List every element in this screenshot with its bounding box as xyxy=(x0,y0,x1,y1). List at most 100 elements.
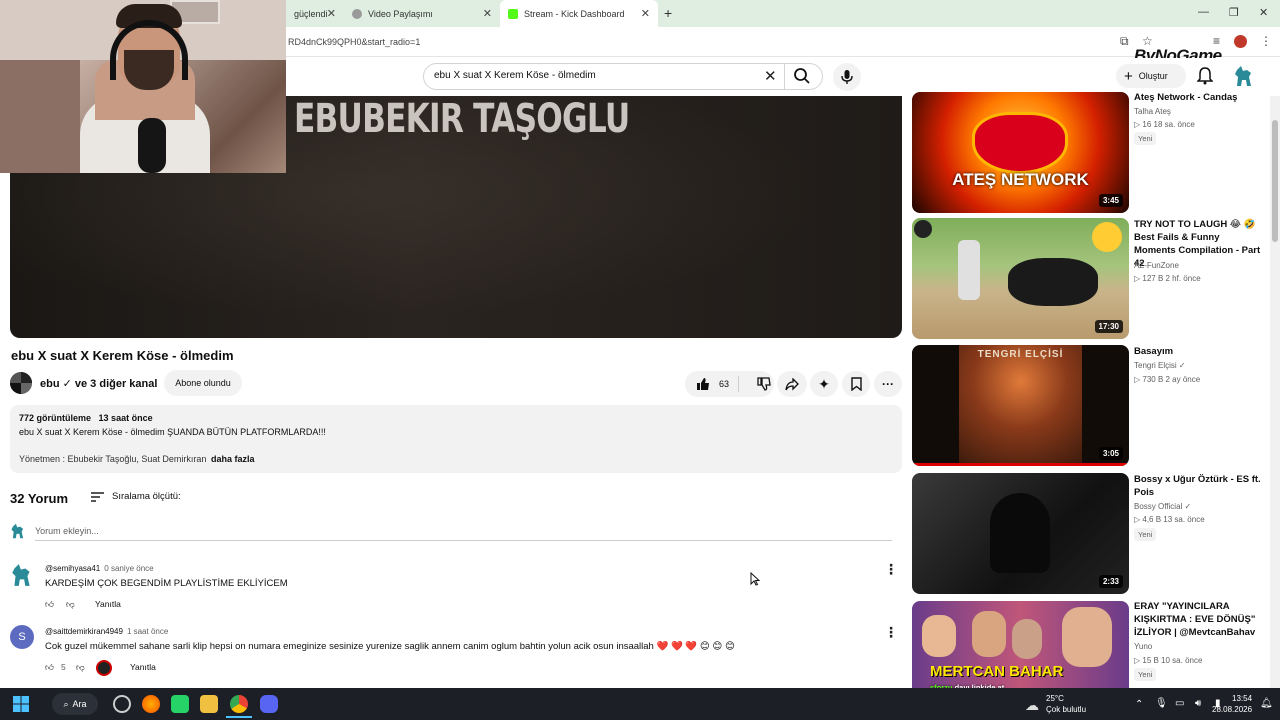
sidebar-channel-5[interactable]: Yuno xyxy=(1134,642,1152,651)
account-avatar[interactable] xyxy=(1233,64,1255,88)
like-count: 63 xyxy=(719,379,730,389)
comment-menu-icon[interactable]: ⋮ xyxy=(884,562,898,576)
ask-ai-button[interactable]: ✦ xyxy=(810,371,838,397)
sidebar-meta-5: ▷ 15 B 10 sa. önce xyxy=(1134,656,1203,665)
add-comment-input[interactable]: Yorum ekleyin... xyxy=(35,526,99,536)
close-window-button[interactable]: ✕ xyxy=(1259,6,1268,19)
face-2 xyxy=(972,611,1006,657)
show-more-link[interactable]: daha fazla xyxy=(211,454,255,464)
maximize-button[interactable]: ❐ xyxy=(1229,6,1239,19)
clock-time[interactable]: 13:54 xyxy=(1232,694,1252,703)
channel-avatar[interactable] xyxy=(10,372,32,394)
microphone-icon xyxy=(841,70,853,84)
sidebar-thumb-1[interactable]: ATEŞ NETWORK 3:45 xyxy=(912,92,1129,213)
commenter-avatar[interactable]: S xyxy=(10,625,34,649)
comment-header: @saittdemirkiran4949 1 saat önce xyxy=(45,627,168,636)
tab-close-icon[interactable]: ✕ xyxy=(483,7,492,20)
taskbar-search[interactable]: ⌕ Ara xyxy=(52,693,98,715)
sidebar-channel-4[interactable]: Bossy Official ✓ xyxy=(1134,502,1191,511)
comment-menu-icon[interactable]: ⋮ xyxy=(884,625,898,639)
browser-menu-icon[interactable]: ⋮ xyxy=(1260,34,1272,48)
volume-icon[interactable]: 🔊︎ xyxy=(1195,698,1201,709)
minimize-button[interactable]: — xyxy=(1198,6,1209,18)
sidebar-title-3[interactable]: Basayım xyxy=(1134,345,1262,358)
network-icon[interactable]: ▭ xyxy=(1175,698,1184,709)
voice-search-button[interactable] xyxy=(833,63,861,91)
chrome-icon[interactable] xyxy=(230,695,248,713)
weather-desc[interactable]: Çok bulutlu xyxy=(1046,705,1086,714)
notification-icon[interactable]: 🔔︎ xyxy=(1260,698,1273,709)
windows-start-icon[interactable] xyxy=(13,696,29,712)
goat-avatar-icon xyxy=(1235,66,1251,86)
upload-time: 13 saat önce xyxy=(98,413,153,423)
tab-close-icon[interactable]: ✕ xyxy=(327,7,336,20)
close-icon[interactable]: ✕ xyxy=(764,67,777,85)
url-field[interactable]: RD4dnCk99QPH0&start_radio=1 xyxy=(288,37,420,47)
mic-tray-icon[interactable]: 🎙︎ xyxy=(1155,698,1168,709)
subscribe-button[interactable]: Abone olundu xyxy=(164,370,242,396)
webcam-overlay xyxy=(0,0,286,173)
sidebar-meta-2: ▷ 127 B 2 hf. önce xyxy=(1134,274,1201,283)
video-title: ebu X suat X Kerem Köse - ölmedim xyxy=(11,348,234,363)
tab-2[interactable]: Video Paylaşımı ✕ xyxy=(344,0,500,27)
description-stats: 772 görüntüleme 13 saat önce xyxy=(19,413,153,423)
comment-like-icon[interactable]: 👍︎ xyxy=(45,599,54,610)
clock-date[interactable]: 28.08.2026 xyxy=(1212,705,1252,714)
sidebar-channel-2[interactable]: AZ-FunZone xyxy=(1134,261,1179,270)
duration-badge: 17:30 xyxy=(1094,320,1123,333)
thumbs-up-icon[interactable] xyxy=(696,377,710,391)
thumb-text: ATEŞ NETWORK xyxy=(952,170,1089,189)
create-label: Oluştur xyxy=(1138,71,1168,81)
cast-icon[interactable]: ⧉ xyxy=(1120,34,1129,49)
comment-reply-button[interactable]: Yanıtla xyxy=(130,662,156,672)
comment-dislike-icon[interactable]: 👎︎ xyxy=(66,599,75,610)
user-avatar xyxy=(11,523,24,539)
description-line-1: ebu X suat X Kerem Köse - ölmedim ŞUANDA… xyxy=(19,427,326,437)
search-divider xyxy=(784,64,785,89)
tab-1-label: güçlendi xyxy=(294,8,328,19)
obs-icon[interactable] xyxy=(113,695,131,713)
new-tab-button[interactable]: + xyxy=(664,5,672,21)
tray-expand-icon[interactable]: ⌃ xyxy=(1135,699,1143,710)
tab-1[interactable]: güçlendi ✕ xyxy=(286,0,344,27)
sidebar-title-1[interactable]: Ateş Network - Candaş xyxy=(1134,91,1262,104)
share-button[interactable] xyxy=(777,371,807,397)
sidebar-title-5[interactable]: ERAY "YAYINCILARA KIŞKIRTMA : EVE DÖNÜŞ"… xyxy=(1134,600,1262,639)
search-icon[interactable] xyxy=(793,67,811,85)
commenter-avatar[interactable] xyxy=(10,562,34,588)
sidebar-channel-3[interactable]: Tengri Elçisi ✓ xyxy=(1134,361,1186,370)
scrollbar-thumb[interactable] xyxy=(1272,120,1278,242)
discord-icon[interactable] xyxy=(260,695,278,713)
search-input[interactable]: ebu X suat X Kerem Köse - ölmedim xyxy=(434,70,596,81)
more-actions-button[interactable]: ··· xyxy=(874,371,902,397)
firefox-icon[interactable] xyxy=(142,695,160,713)
sidebar-thumb-3[interactable]: TENGRİ ELÇİSİ 3:05 xyxy=(912,345,1129,466)
file-explorer-icon[interactable] xyxy=(200,695,218,713)
like-divider xyxy=(738,376,739,392)
taskbar-search-label: Ara xyxy=(72,699,87,709)
sidebar-meta-3: ▷ 730 B 2 ay önce xyxy=(1134,375,1201,384)
comment-author[interactable]: @semihyasa41 xyxy=(45,564,100,573)
save-button[interactable] xyxy=(842,371,870,397)
channel-name[interactable]: ebu ✓ ve 3 diğer kanal xyxy=(40,377,157,390)
sidebar-channel-1[interactable]: Talha Ateş xyxy=(1134,107,1171,116)
profile-avatar[interactable] xyxy=(1234,35,1247,48)
create-button[interactable]: + Oluştur xyxy=(1116,64,1186,88)
comment-like-icon[interactable]: 👍︎ xyxy=(45,662,54,673)
comment-reply-button[interactable]: Yanıtla xyxy=(95,599,121,609)
comment-dislike-icon[interactable]: 👎︎ xyxy=(76,662,85,673)
comment-author[interactable]: @saittdemirkiran4949 xyxy=(45,627,123,636)
more-horizontal-icon: ··· xyxy=(882,377,894,391)
bell-icon[interactable] xyxy=(1197,67,1213,85)
whatsapp-icon[interactable] xyxy=(171,695,189,713)
sidebar-title-4[interactable]: Bossy x Uğur Öztürk - ES ft. Pois xyxy=(1134,473,1262,499)
tab-close-icon[interactable]: ✕ xyxy=(641,7,650,20)
tab-3[interactable]: Stream - Kick Dashboard ✕ xyxy=(500,0,658,27)
weather-temp[interactable]: 25°C xyxy=(1046,694,1064,703)
sidebar-thumb-5[interactable]: MERTCAN BAHAR xyxy=(912,601,1129,688)
sidebar-thumb-4[interactable]: 2:33 xyxy=(912,473,1129,594)
sort-button[interactable]: Sıralama ölçütü: xyxy=(91,491,181,502)
thumbs-down-icon[interactable] xyxy=(757,377,771,391)
face-1 xyxy=(922,615,956,657)
sidebar-thumb-2[interactable]: 17:30 xyxy=(912,218,1129,339)
